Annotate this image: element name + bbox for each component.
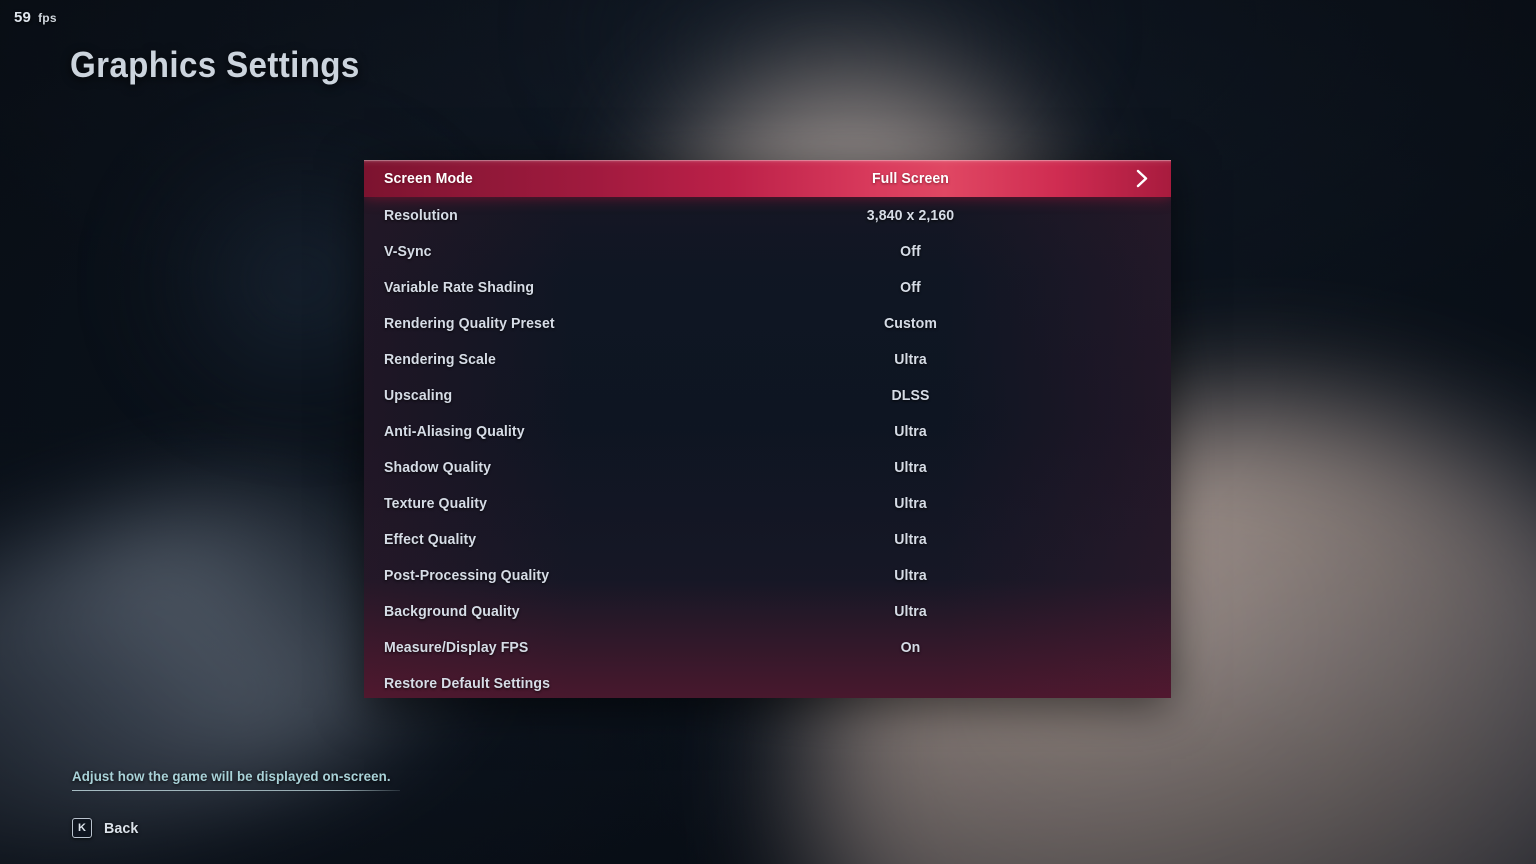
setting-row[interactable]: Rendering Scale Ultra	[364, 341, 1171, 377]
setting-row-label: Restore Default Settings	[384, 674, 551, 692]
setting-row[interactable]: Effect Quality Ultra	[364, 521, 1171, 557]
setting-row-value: Full Screen	[871, 170, 950, 187]
page-title: Graphics Settings	[70, 44, 360, 85]
setting-row-label: Effect Quality	[384, 530, 477, 548]
hint-underline	[72, 790, 400, 791]
setting-row-value: Ultra	[894, 566, 927, 584]
back-button-label: Back	[104, 819, 139, 837]
setting-row-label: Anti-Aliasing Quality	[384, 422, 525, 440]
back-keycap-icon: K	[72, 818, 92, 838]
setting-row-label: Texture Quality	[384, 494, 488, 512]
setting-row[interactable]: Restore Default Settings	[364, 665, 1171, 698]
setting-row[interactable]: Rendering Quality Preset Custom	[364, 305, 1171, 341]
setting-row-value: Ultra	[894, 422, 927, 440]
setting-row-value: Ultra	[894, 602, 927, 620]
setting-row-label: Upscaling	[384, 386, 453, 404]
game-settings-screen: 59 fps Graphics Settings Screen Mode Full…	[0, 0, 1536, 864]
graphics-settings-panel: Screen Mode Full Screen Resolution 3,840 x …	[364, 160, 1171, 698]
setting-row-label: Shadow Quality	[384, 458, 492, 476]
fps-unit: fps	[38, 11, 57, 25]
setting-row[interactable]: Shadow Quality Ultra	[364, 449, 1171, 485]
fps-counter: 59 fps	[14, 9, 57, 26]
setting-row[interactable]: Measure/Display FPS On	[364, 629, 1171, 665]
settings-list: Screen Mode Full Screen Resolution 3,840 x …	[364, 160, 1171, 698]
setting-row[interactable]: Post-Processing Quality Ultra	[364, 557, 1171, 593]
setting-row[interactable]: Upscaling DLSS	[364, 377, 1171, 413]
setting-row[interactable]: Texture Quality Ultra	[364, 485, 1171, 521]
setting-row[interactable]: Anti-Aliasing Quality Ultra	[364, 413, 1171, 449]
setting-row[interactable]: Screen Mode Full Screen	[364, 160, 1171, 197]
setting-row-label: Background Quality	[384, 602, 520, 620]
setting-row-label: Post-Processing Quality	[384, 566, 550, 584]
setting-row-value: Custom	[883, 314, 938, 332]
setting-row[interactable]: Background Quality Ultra	[364, 593, 1171, 629]
setting-row-value: Ultra	[894, 530, 927, 548]
setting-row-value: Off	[900, 242, 921, 260]
hint-block: Adjust how the game will be displayed on…	[72, 768, 402, 791]
setting-row[interactable]: Variable Rate Shading Off	[364, 269, 1171, 305]
setting-row-label: Screen Mode	[384, 170, 473, 187]
setting-row-value: Off	[900, 278, 921, 296]
hint-text: Adjust how the game will be displayed on…	[72, 768, 391, 784]
setting-row-label: Resolution	[384, 206, 458, 224]
setting-row[interactable]: V-Sync Off	[364, 233, 1171, 269]
setting-row-value: Ultra	[894, 350, 927, 368]
setting-row-value: On	[900, 638, 921, 656]
setting-row-label: Rendering Quality Preset	[384, 314, 555, 332]
setting-row[interactable]: Resolution 3,840 x 2,160	[364, 197, 1171, 233]
fps-value: 59	[14, 9, 32, 26]
chevron-right-icon[interactable]	[1136, 169, 1149, 188]
setting-row-value: Ultra	[894, 494, 927, 512]
setting-row-label: Variable Rate Shading	[384, 278, 535, 296]
back-button[interactable]: K Back	[72, 818, 140, 838]
setting-row-label: Measure/Display FPS	[384, 638, 529, 656]
setting-row-value: 3,840 x 2,160	[866, 206, 955, 224]
setting-row-label: Rendering Scale	[384, 350, 496, 368]
setting-row-value: DLSS	[891, 386, 930, 404]
setting-row-label: V-Sync	[384, 242, 432, 260]
setting-row-value: Ultra	[894, 458, 927, 476]
